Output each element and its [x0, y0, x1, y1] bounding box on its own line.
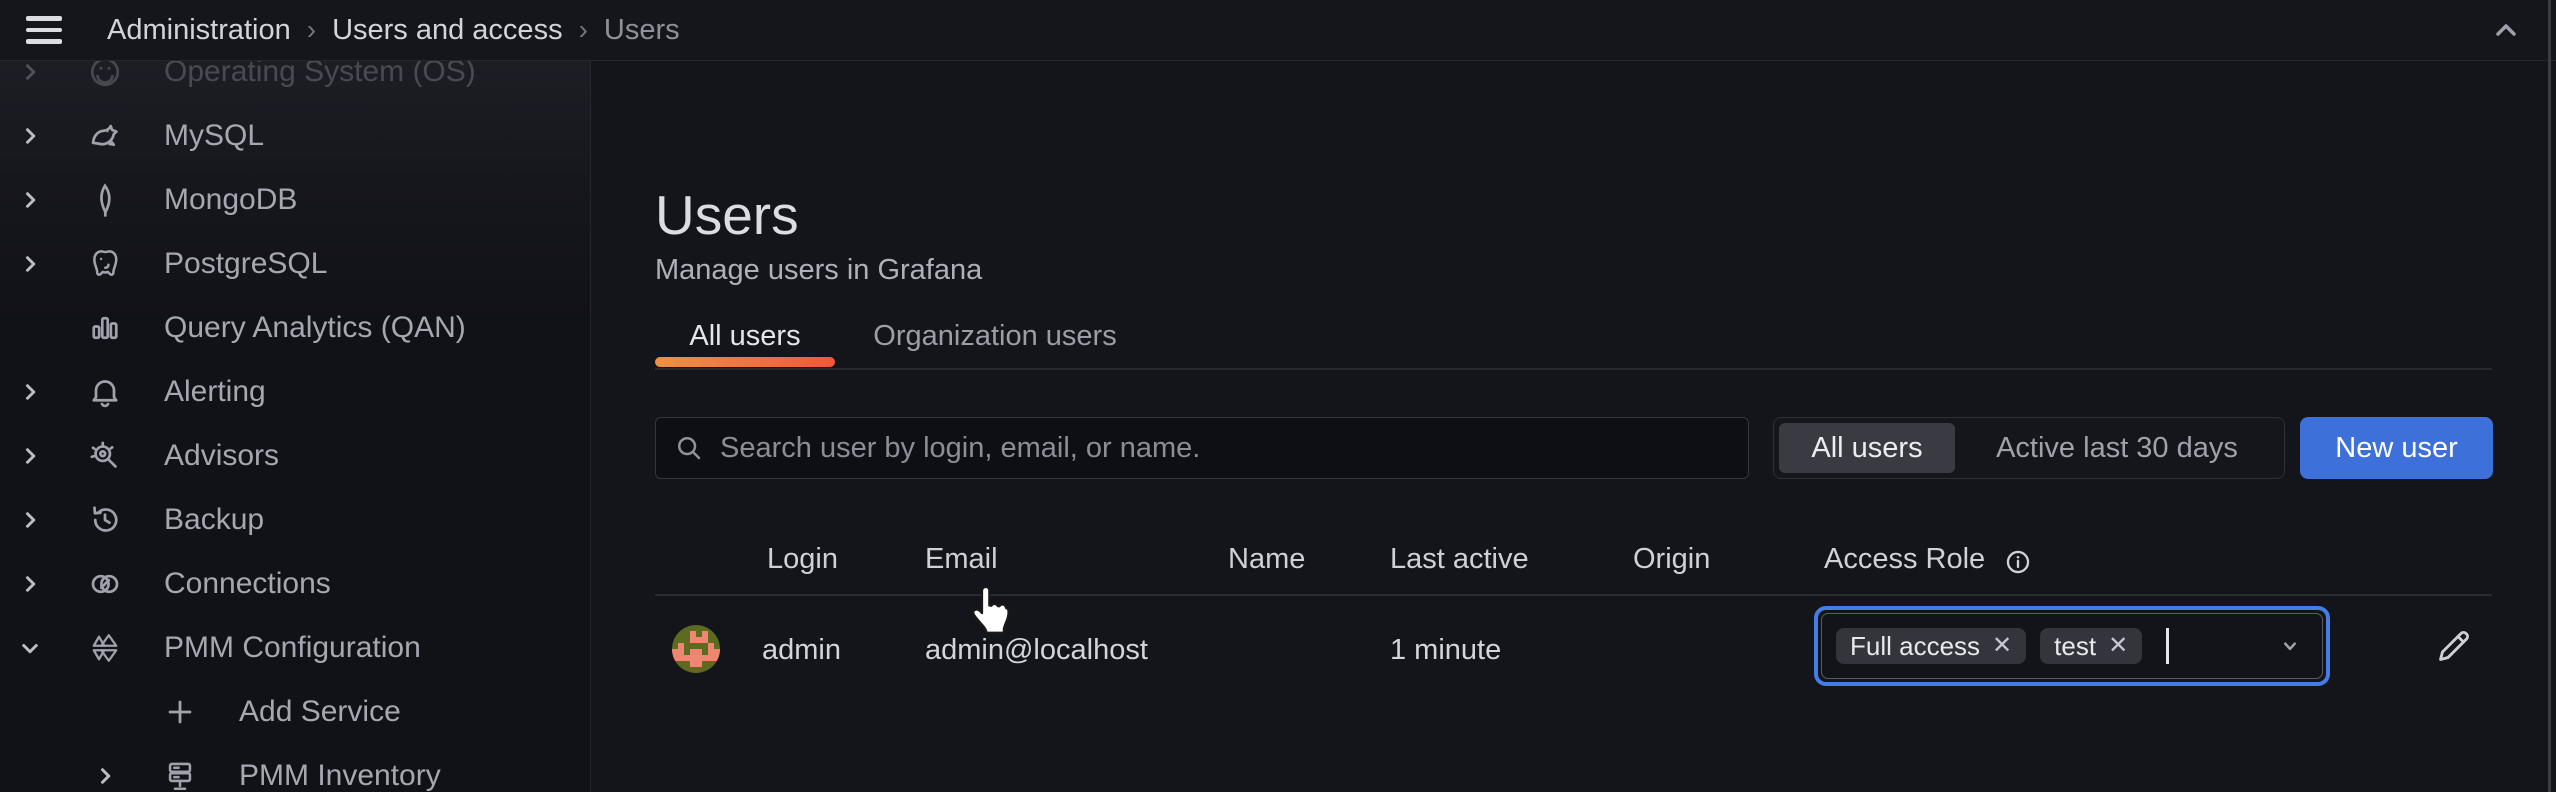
backup-history-icon — [85, 500, 125, 540]
chevron-up-icon[interactable] — [2490, 14, 2522, 46]
access-role-picker[interactable]: Full access ✕ test ✕ — [1814, 606, 2330, 686]
bar-chart-icon — [85, 308, 125, 348]
chevron-right-icon[interactable] — [12, 502, 48, 538]
user-login[interactable]: admin — [762, 630, 841, 670]
advisors-magnifier-icon — [85, 436, 125, 476]
search-icon — [674, 433, 704, 463]
filter-option-all-users[interactable]: All users — [1779, 423, 1955, 473]
page-title: Users — [655, 183, 799, 247]
chevron-right-icon[interactable] — [12, 438, 48, 474]
tab-bar: All users Organization users — [655, 306, 2492, 370]
sidebar-item-label: MySQL — [164, 119, 264, 153]
pmm-mountains-icon — [85, 628, 125, 668]
sidebar-item-add-service[interactable]: Add Service — [0, 688, 591, 736]
connections-icon — [85, 564, 125, 604]
breadcrumb: Administration › Users and access › User… — [107, 14, 680, 47]
sidebar-item-connections[interactable]: Connections — [0, 560, 590, 608]
role-tag: Full access ✕ — [1836, 628, 2026, 664]
top-navigation-bar: Administration › Users and access › User… — [0, 0, 2556, 61]
column-header-login: Login — [767, 540, 838, 578]
bell-icon — [85, 372, 125, 412]
breadcrumb-administration[interactable]: Administration — [107, 14, 291, 47]
chevron-right-icon[interactable] — [12, 374, 48, 410]
chevron-spacer — [12, 310, 48, 346]
sidebar-item-pmm-inventory[interactable]: PMM Inventory — [0, 752, 591, 792]
sidebar-item-label: Query Analytics (QAN) — [164, 311, 466, 345]
filter-option-active-30-days[interactable]: Active last 30 days — [1955, 432, 2279, 465]
column-header-name: Name — [1228, 540, 1305, 578]
table-header-divider — [655, 594, 2492, 596]
search-input[interactable] — [718, 431, 1730, 466]
breadcrumb-users: Users — [604, 14, 680, 47]
postgresql-elephant-icon — [85, 244, 125, 284]
sidebar-item-postgresql[interactable]: PostgreSQL — [0, 240, 590, 288]
sidebar-mega-menu: Operating System (OS) MySQL MongoDB — [0, 60, 591, 792]
breadcrumb-separator-icon: › — [307, 14, 316, 46]
sidebar-item-label: Advisors — [164, 439, 279, 473]
breadcrumb-users-and-access[interactable]: Users and access — [332, 14, 563, 47]
sidebar-item-mysql[interactable]: MySQL — [0, 112, 590, 160]
tab-label: Organization users — [873, 320, 1116, 353]
pmm-users-admin-page: Administration › Users and access › User… — [0, 0, 2556, 792]
user-avatar — [672, 625, 720, 673]
sidebar-item-operating-system[interactable]: Operating System (OS) — [0, 60, 590, 96]
new-user-button[interactable]: New user — [2300, 417, 2493, 479]
text-caret — [2166, 628, 2169, 664]
tab-all-users[interactable]: All users — [655, 306, 835, 366]
access-role-picker-inner: Full access ✕ test ✕ — [1821, 613, 2323, 679]
sidebar-item-label: Connections — [164, 567, 331, 601]
sidebar-item-label: PMM Inventory — [239, 759, 441, 792]
breadcrumb-separator-icon: › — [579, 14, 588, 46]
chevron-spacer — [87, 694, 123, 730]
sidebar-item-query-analytics[interactable]: Query Analytics (QAN) — [0, 304, 590, 352]
sidebar-item-mongodb[interactable]: MongoDB — [0, 176, 590, 224]
plus-icon — [160, 692, 200, 732]
tab-organization-users[interactable]: Organization users — [855, 306, 1135, 366]
page-subtitle: Manage users in Grafana — [655, 254, 982, 287]
sidebar-item-label: PostgreSQL — [164, 247, 327, 281]
sidebar-item-backup[interactable]: Backup — [0, 496, 590, 544]
chevron-right-icon[interactable] — [87, 758, 123, 792]
remove-role-icon[interactable]: ✕ — [1992, 634, 2012, 658]
sidebar-item-label: Operating System (OS) — [164, 60, 476, 89]
remove-role-icon[interactable]: ✕ — [2108, 634, 2128, 658]
hamburger-menu-icon[interactable] — [26, 11, 66, 49]
mysql-dolphin-icon — [85, 116, 125, 156]
column-header-email: Email — [925, 540, 998, 578]
sidebar-item-label: Alerting — [164, 375, 266, 409]
user-last-active: 1 minute — [1390, 630, 1501, 670]
sidebar-item-label: PMM Configuration — [164, 631, 421, 665]
active-tab-underline — [655, 357, 835, 367]
user-filter-toggle: All users Active last 30 days — [1773, 417, 2285, 479]
sidebar-item-alerting[interactable]: Alerting — [0, 368, 590, 416]
chevron-right-icon[interactable] — [12, 566, 48, 602]
info-icon[interactable] — [2004, 548, 2032, 576]
role-tag-label: Full access — [1850, 631, 1980, 662]
sidebar-item-label: Add Service — [239, 695, 401, 729]
server-rack-icon — [160, 756, 200, 792]
role-tag-label: test — [2054, 631, 2096, 662]
chevron-right-icon[interactable] — [12, 182, 48, 218]
user-email: admin@localhost — [925, 630, 1148, 670]
chevron-right-icon[interactable] — [12, 118, 48, 154]
role-tag: test ✕ — [2040, 628, 2142, 664]
mongodb-leaf-icon — [85, 180, 125, 220]
column-header-last-active: Last active — [1390, 540, 1529, 578]
user-search-field[interactable] — [655, 417, 1749, 479]
tab-label: All users — [689, 320, 800, 353]
chevron-down-icon[interactable] — [12, 630, 48, 666]
sidebar-item-advisors[interactable]: Advisors — [0, 432, 590, 480]
right-edge-scroll-track[interactable] — [2548, 0, 2551, 792]
chevron-right-icon[interactable] — [12, 60, 48, 90]
sidebar-item-label: Backup — [164, 503, 264, 537]
chevron-right-icon[interactable] — [12, 246, 48, 282]
sidebar-item-pmm-configuration[interactable]: PMM Configuration — [0, 624, 590, 672]
chevron-down-icon[interactable] — [2276, 632, 2304, 660]
os-icon — [85, 60, 125, 92]
edit-user-button[interactable] — [2434, 626, 2474, 666]
sidebar-item-label: MongoDB — [164, 183, 297, 217]
column-header-origin: Origin — [1633, 540, 1710, 578]
column-header-access-role: Access Role — [1824, 540, 1985, 578]
